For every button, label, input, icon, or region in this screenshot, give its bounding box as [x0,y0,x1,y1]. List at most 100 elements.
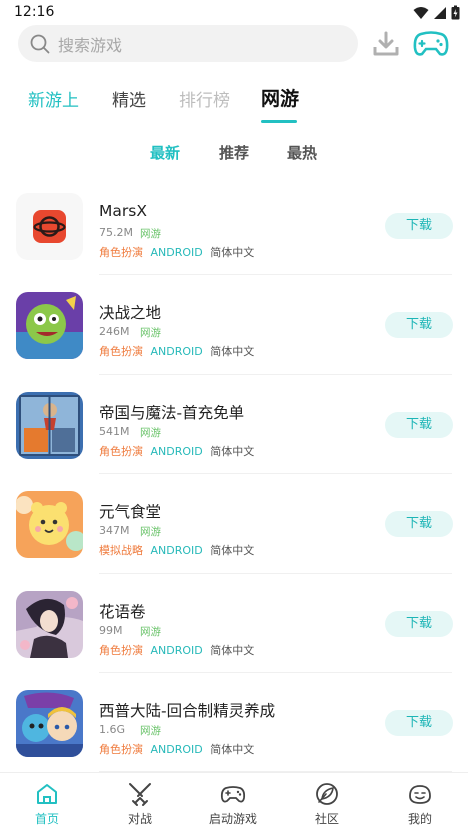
swords-icon [129,783,151,806]
list-item[interactable]: MarsX 75.2M 网游 角色扮演 ANDROID 简体中文 下载 [0,176,468,276]
nav-community[interactable]: 社区 [287,781,367,827]
game-icon-empire [16,391,83,459]
platform-tag: ANDROID [150,643,203,657]
game-size: 541M [99,424,130,438]
leaf-icon [316,783,338,805]
game-name: 决战之地 [99,304,162,323]
battery-icon [451,5,460,20]
language-tag: 简体中文 [210,345,255,359]
language-tag: 简体中文 [210,544,255,558]
game-center-button[interactable] [411,26,451,62]
list-item[interactable]: 西普大陆-回合制精灵养成 1.6G 网游 角色扮演 ANDROID 简体中文 下… [0,673,468,773]
sort-tab-latest[interactable]: 最新 [150,142,180,163]
nav-profile[interactable]: 我的 [380,781,460,827]
game-kind: 网游 [140,426,161,439]
game-icon-zombie [16,292,83,360]
game-kind: 网游 [140,526,161,539]
nav-launch-game-label: 启动游戏 [208,812,257,826]
genre-tag: 角色扮演 [99,742,143,756]
language-tag: 简体中文 [210,444,255,458]
platform-tag: ANDROID [150,246,203,259]
platform-tag: ANDROID [150,345,203,359]
game-size: 1.6G [99,722,126,736]
search-placeholder: 搜索游戏 [58,35,123,55]
tab-new-games[interactable]: 新游上 [28,86,79,111]
game-kind: 网游 [140,625,161,638]
download-button[interactable]: 下载 [385,610,453,637]
genre-tag: 角色扮演 [99,444,143,458]
nav-profile-label: 我的 [407,812,432,826]
download-button[interactable]: 下载 [385,312,453,339]
game-icon-xipu [16,689,83,757]
status-bar: 12:16 [0,0,468,26]
game-icon-canteen [16,491,83,559]
home-icon [37,784,57,804]
game-name: 西普大陆-回合制精灵养成 [99,701,276,720]
platform-tag: ANDROID [150,742,203,756]
game-icon-marsx [16,193,83,260]
genre-tag: 角色扮演 [99,643,143,657]
game-size: 347M [99,524,130,538]
game-tags: 角色扮演 ANDROID 简体中文 [99,741,254,757]
downloads-button[interactable] [370,28,402,60]
bottom-nav: 首页 对战 启动游戏 社区 我的 [0,772,468,832]
search-input[interactable]: 搜索游戏 [18,25,358,62]
nav-community-label: 社区 [314,812,339,826]
genre-tag: 角色扮演 [99,345,143,359]
platform-tag: ANDROID [150,544,203,558]
nav-battle-label: 对战 [127,812,152,826]
game-tags: 角色扮演 ANDROID 简体中文 [99,343,254,359]
list-item[interactable]: 元气食堂 347M 网游 模拟战略 ANDROID 简体中文 下载 [0,474,468,574]
game-icon-flower [16,590,83,658]
sort-tabs: 最新 推荐 最热 [0,140,468,166]
game-tags: 角色扮演 ANDROID 简体中文 [99,443,254,459]
list-item[interactable]: 花语卷 99M 网游 角色扮演 ANDROID 简体中文 下载 [0,574,468,674]
list-item[interactable]: 帝国与魔法-首充免单 541M 网游 角色扮演 ANDROID 简体中文 下载 [0,375,468,475]
genre-tag: 角色扮演 [99,246,143,259]
gamepad-icon [220,786,246,803]
language-tag: 简体中文 [210,246,255,259]
gamepad-icon [413,31,449,56]
download-button[interactable]: 下载 [385,709,453,736]
face-icon [409,785,431,804]
game-tags: 模拟战略 ANDROID 简体中文 [99,542,254,558]
tab-online-games[interactable]: 网游 [261,84,299,111]
platform-tag: ANDROID [150,444,203,458]
download-button[interactable]: 下载 [385,411,453,438]
status-time: 12:16 [14,4,55,20]
nav-home[interactable]: 首页 [7,781,87,827]
game-kind: 网游 [140,327,161,340]
download-button[interactable]: 下载 [385,511,453,538]
download-icon [373,31,399,56]
game-size: 75.2M [99,226,133,239]
game-size: 246M [99,325,130,339]
game-name: 元气食堂 [99,503,162,522]
nav-home-label: 首页 [34,812,59,826]
search-icon [30,34,50,53]
game-name: 花语卷 [99,602,146,621]
language-tag: 简体中文 [210,643,255,657]
active-tab-indicator [261,120,297,123]
game-name: MarsX [99,202,147,220]
wifi-icon [413,6,429,19]
tab-featured[interactable]: 精选 [112,86,146,111]
game-kind: 网游 [140,228,161,240]
tab-rankings[interactable]: 排行榜 [179,86,230,111]
genre-tag: 模拟战略 [99,544,143,558]
game-tags: 角色扮演 ANDROID 简体中文 [99,642,254,658]
sort-tab-recommended[interactable]: 推荐 [219,142,249,163]
game-tags: 角色扮演 ANDROID 简体中文 [99,244,254,260]
game-list: MarsX 75.2M 网游 角色扮演 ANDROID 简体中文 下载 决战之地… [0,176,468,773]
list-item[interactable]: 决战之地 246M 网游 角色扮演 ANDROID 简体中文 下载 [0,275,468,376]
status-icons [413,5,460,20]
nav-launch-game[interactable]: 启动游戏 [193,781,273,827]
game-size: 99M [99,623,123,637]
game-name: 帝国与魔法-首充免单 [99,403,245,422]
main-tabs: 新游上 精选 排行榜 网游 [0,80,468,126]
download-button[interactable]: 下载 [385,213,453,239]
game-kind: 网游 [140,724,161,737]
signal-icon [434,6,446,19]
language-tag: 简体中文 [210,742,255,756]
sort-tab-hottest[interactable]: 最热 [287,142,317,163]
nav-battle[interactable]: 对战 [100,781,180,827]
